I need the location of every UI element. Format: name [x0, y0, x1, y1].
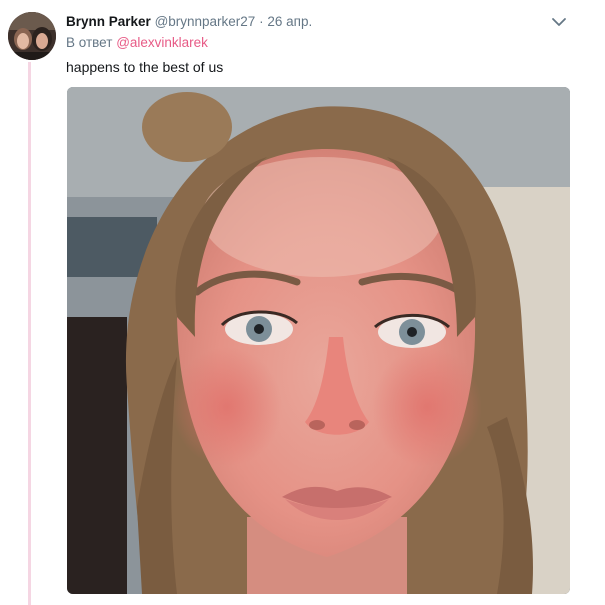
header-separator: ·	[259, 14, 264, 29]
tweet-date[interactable]: 26 апр.	[267, 14, 312, 29]
tweet-photo[interactable]	[67, 87, 570, 594]
reply-to-link[interactable]: @alexvinklarek	[116, 35, 208, 50]
chevron-down-icon	[552, 18, 566, 26]
tweet-header: Brynn Parker @brynnparker27 · 26 апр.	[66, 12, 565, 32]
more-options-button[interactable]	[549, 12, 569, 32]
user-handle[interactable]: @brynnparker27	[155, 14, 256, 29]
avatar[interactable]	[8, 12, 56, 60]
display-name[interactable]: Brynn Parker	[66, 14, 151, 29]
tweet-text: happens to the best of us	[66, 59, 224, 75]
thread-connector-line	[28, 62, 31, 605]
selfie-photo	[67, 87, 570, 594]
reply-context: В ответ @alexvinklarek	[66, 34, 208, 52]
reply-prefix: В ответ	[66, 35, 113, 50]
avatar-image	[8, 12, 56, 60]
